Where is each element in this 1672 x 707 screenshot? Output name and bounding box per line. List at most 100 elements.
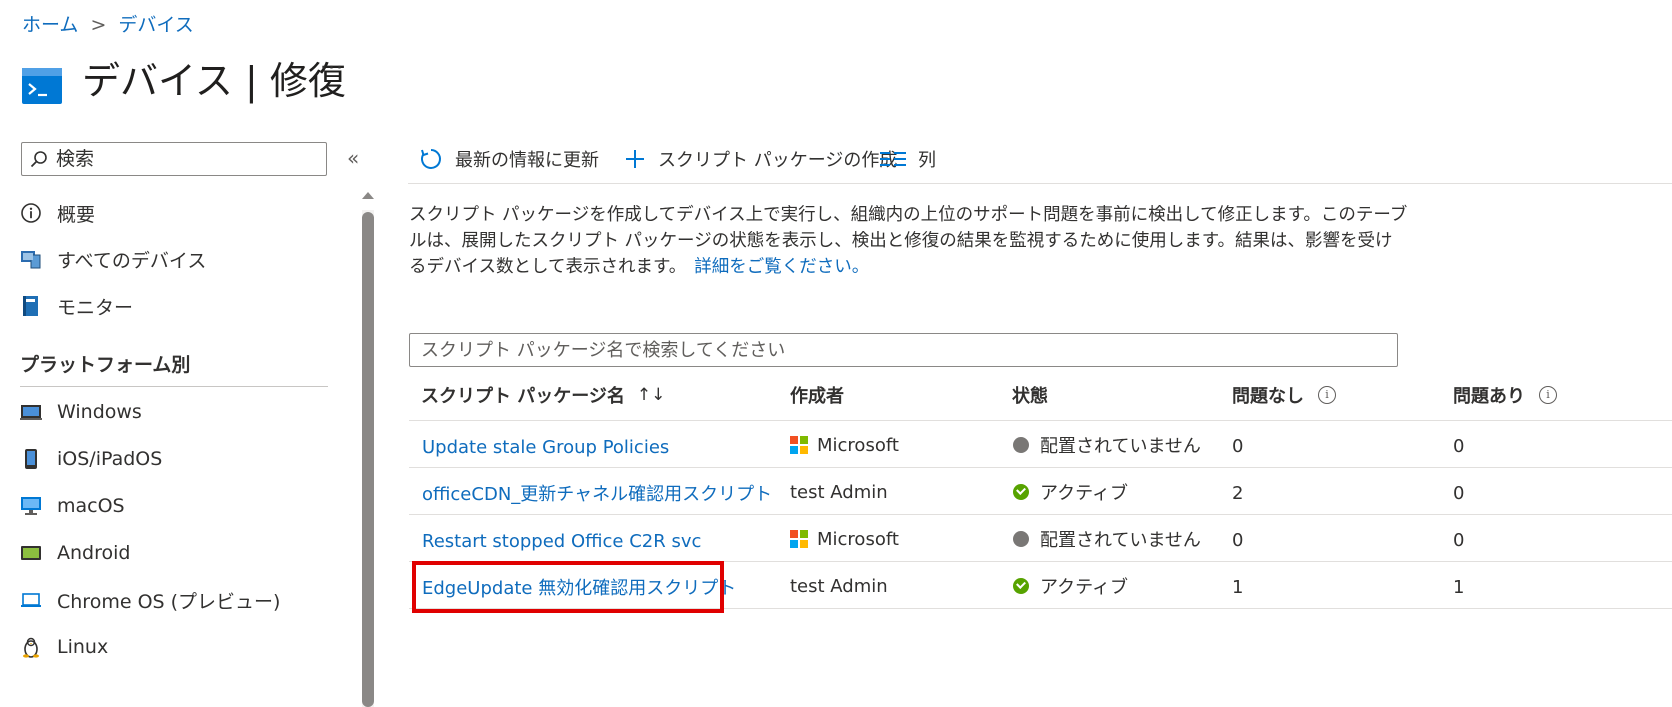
- with-issues-count: 0: [1453, 435, 1465, 457]
- status-cell: アクティブ: [1013, 479, 1128, 505]
- no-issues-count: 0: [1232, 529, 1244, 551]
- laptop-icon: [20, 589, 42, 611]
- breadcrumb-home[interactable]: ホーム: [22, 14, 78, 36]
- section-title-platform: プラットフォーム別: [20, 354, 191, 376]
- page-description: スクリプト パッケージを作成してデバイス上で実行し、組織内の上位のサポート問題を…: [409, 202, 1409, 280]
- column-header-with-issues-label: 問題あり: [1453, 386, 1525, 407]
- create-label: スクリプト パッケージの作成: [658, 150, 898, 171]
- sidebar-item-monitor[interactable]: モニター: [20, 291, 133, 321]
- info-icon[interactable]: i: [1318, 386, 1336, 404]
- sidebar-item-label: モニター: [57, 296, 134, 319]
- with-issues-count: 1: [1453, 576, 1465, 598]
- sidebar-item-all-devices[interactable]: すべてのデバイス: [20, 244, 206, 274]
- sort-icon[interactable]: ↑↓: [637, 385, 666, 405]
- package-name-link[interactable]: Restart stopped Office C2R svc: [422, 528, 701, 554]
- author-cell: Microsoft: [790, 526, 899, 552]
- column-header-name[interactable]: スクリプト パッケージ名 ↑↓: [421, 382, 665, 408]
- sidebar-search-input[interactable]: [56, 145, 316, 173]
- scroll-up-arrow-icon[interactable]: [362, 192, 374, 199]
- table-search[interactable]: [409, 333, 1398, 367]
- author-name: Microsoft: [817, 528, 899, 550]
- column-header-author-label: 作成者: [790, 386, 844, 407]
- toolbar-divider: [408, 183, 1672, 184]
- sidebar-item-label: すべてのデバイス: [57, 249, 207, 272]
- sidebar-item-linux[interactable]: Linux: [20, 632, 108, 662]
- status-text: 配置されていません: [1040, 530, 1201, 551]
- status-text: アクティブ: [1040, 483, 1129, 504]
- breadcrumb: ホーム > デバイス: [22, 10, 194, 37]
- no-issues-count: 2: [1232, 482, 1244, 504]
- sidebar-item-macos[interactable]: macOS: [20, 491, 125, 521]
- column-header-with-issues[interactable]: 問題あり i: [1453, 382, 1557, 408]
- linux-icon: [20, 636, 42, 658]
- more-options-button[interactable]: ···: [320, 56, 344, 81]
- desktop-icon: [20, 495, 42, 517]
- column-header-author[interactable]: 作成者: [790, 382, 844, 408]
- sidebar-scrollbar-thumb[interactable]: [362, 212, 374, 707]
- microsoft-logo-icon: [790, 530, 808, 548]
- breadcrumb-separator: >: [90, 14, 107, 36]
- monitor-book-icon: [20, 295, 42, 317]
- author-cell: test Admin: [790, 573, 888, 599]
- sidebar-item-ios[interactable]: iOS/iPadOS: [20, 444, 162, 474]
- plus-icon: [626, 150, 644, 168]
- sidebar-search[interactable]: [21, 142, 327, 176]
- description-text: スクリプト パッケージを作成してデバイス上で実行し、組織内の上位のサポート問題を…: [409, 205, 1408, 277]
- author-cell: test Admin: [790, 479, 888, 505]
- refresh-icon: [421, 149, 441, 169]
- sidebar-item-label: Windows: [57, 401, 142, 423]
- author-name: test Admin: [790, 575, 888, 597]
- status-active-icon: [1013, 484, 1029, 500]
- sidebar-item-android[interactable]: Android: [20, 538, 130, 568]
- author-name: test Admin: [790, 481, 888, 503]
- refresh-button[interactable]: 最新の情報に更新: [419, 145, 599, 173]
- column-header-status-label: 状態: [1012, 386, 1048, 407]
- author-name: Microsoft: [817, 434, 899, 456]
- collapse-sidebar-button[interactable]: «: [347, 146, 359, 170]
- status-not-deployed-icon: [1013, 531, 1029, 547]
- info-icon: [20, 202, 42, 224]
- refresh-label: 最新の情報に更新: [455, 150, 599, 171]
- with-issues-count: 0: [1453, 482, 1465, 504]
- status-text: アクティブ: [1040, 577, 1129, 598]
- columns-icon: [880, 152, 906, 166]
- section-divider: [20, 386, 328, 387]
- column-header-name-label: スクリプト パッケージ名: [421, 386, 625, 407]
- breadcrumb-devices[interactable]: デバイス: [118, 14, 193, 36]
- search-icon: [30, 151, 47, 168]
- sidebar-item-chromeos[interactable]: Chrome OS (プレビュー): [20, 585, 280, 615]
- status-not-deployed-icon: [1013, 437, 1029, 453]
- no-issues-count: 1: [1232, 576, 1244, 598]
- info-icon[interactable]: i: [1539, 386, 1557, 404]
- sidebar-item-overview[interactable]: 概要: [20, 198, 95, 228]
- columns-label: 列: [918, 150, 936, 171]
- column-header-no-issues[interactable]: 問題なし i: [1232, 382, 1336, 408]
- remediation-blade-icon: [22, 66, 62, 106]
- package-name-link[interactable]: Update stale Group Policies: [422, 434, 669, 460]
- sidebar-item-label: 概要: [57, 203, 96, 226]
- learn-more-link[interactable]: 詳細をご覧ください。: [694, 257, 869, 277]
- column-header-no-issues-label: 問題なし: [1232, 386, 1304, 407]
- page-title: デバイス | 修復: [82, 59, 346, 103]
- script-package-search-input[interactable]: [421, 337, 1381, 363]
- status-cell: アクティブ: [1013, 573, 1128, 599]
- row-divider: [409, 467, 1672, 468]
- author-cell: Microsoft: [790, 432, 899, 458]
- with-issues-count: 0: [1453, 529, 1465, 551]
- sidebar-item-windows[interactable]: Windows: [20, 397, 142, 427]
- sidebar-item-label: Chrome OS (プレビュー): [57, 590, 281, 613]
- status-text: 配置されていません: [1040, 436, 1201, 457]
- devices-icon: [20, 248, 42, 270]
- phone-icon: [20, 448, 42, 470]
- windows-laptop-icon: [20, 401, 42, 423]
- status-cell: 配置されていません: [1013, 432, 1201, 458]
- column-header-status[interactable]: 状態: [1012, 382, 1048, 408]
- columns-button[interactable]: 列: [880, 145, 936, 173]
- create-script-package-button[interactable]: スクリプト パッケージの作成: [624, 145, 897, 173]
- no-issues-count: 0: [1232, 435, 1244, 457]
- sidebar-item-label: iOS/iPadOS: [57, 448, 163, 470]
- sidebar-item-label: macOS: [57, 495, 125, 517]
- sidebar-item-label: Android: [57, 542, 131, 564]
- sidebar-item-label: Linux: [57, 636, 109, 658]
- package-name-link[interactable]: officeCDN_更新チャネル確認用スクリプト: [422, 480, 772, 506]
